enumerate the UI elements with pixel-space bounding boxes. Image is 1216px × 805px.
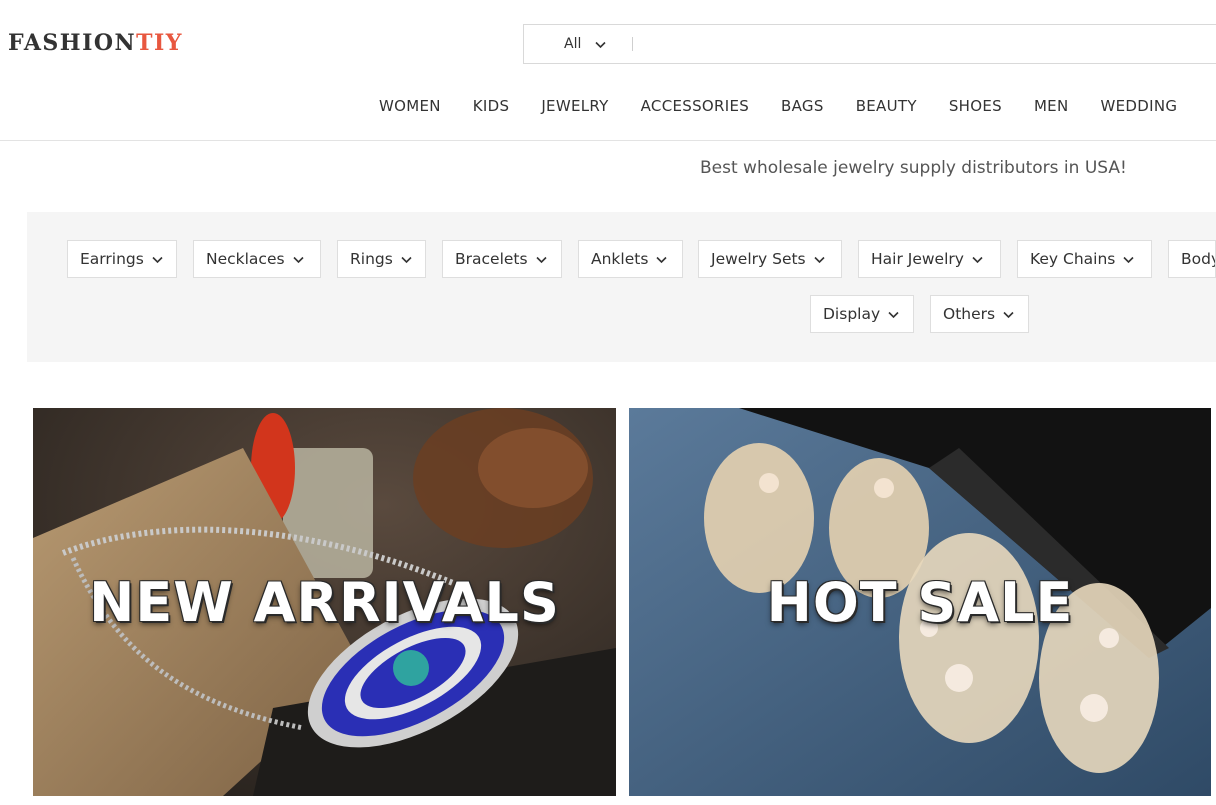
category-label: Display — [823, 305, 881, 323]
main-nav: WOMEN KIDS JEWELRY ACCESSORIES BAGS BEAU… — [379, 97, 1177, 115]
category-label: Anklets — [591, 250, 649, 268]
category-hair-jewelry[interactable]: Hair Jewelry — [858, 240, 1001, 278]
logo-text-main: FASHION — [8, 30, 137, 56]
category-body[interactable]: Body — [1168, 240, 1216, 278]
search-bar: All — [523, 24, 1216, 64]
nav-item-kids[interactable]: KIDS — [473, 97, 510, 115]
tagline: Best wholesale jewelry supply distributo… — [700, 158, 1127, 178]
chevron-down-icon — [535, 254, 547, 265]
category-label: Key Chains — [1030, 250, 1116, 268]
category-label: Body — [1181, 250, 1215, 268]
category-necklaces[interactable]: Necklaces — [193, 240, 321, 278]
search-divider — [632, 37, 634, 51]
category-label: Earrings — [80, 250, 144, 268]
category-rings[interactable]: Rings — [337, 240, 426, 278]
chevron-down-icon — [152, 254, 163, 265]
category-label: Hair Jewelry — [871, 250, 964, 268]
hot-sale-label: HOT SALE — [766, 570, 1074, 634]
search-scope-label: All — [564, 36, 582, 52]
category-others[interactable]: Others — [930, 295, 1029, 333]
site-logo[interactable]: FASHION TIY — [8, 30, 183, 56]
nav-divider — [0, 140, 1216, 141]
chevron-down-icon — [595, 39, 606, 50]
chevron-down-icon — [1123, 254, 1134, 265]
hot-sale-banner[interactable]: HOT SALE — [629, 408, 1211, 796]
category-jewelry-sets[interactable]: Jewelry Sets — [698, 240, 842, 278]
nav-item-women[interactable]: WOMEN — [379, 97, 441, 115]
chevron-down-icon — [972, 254, 983, 265]
chevron-down-icon — [656, 254, 667, 265]
new-arrivals-banner[interactable]: NEW ARRIVALS — [33, 408, 616, 796]
search-input[interactable] — [641, 28, 1216, 60]
category-display[interactable]: Display — [810, 295, 914, 333]
category-label: Jewelry Sets — [711, 250, 806, 268]
nav-item-jewelry[interactable]: JEWELRY — [541, 97, 608, 115]
category-label: Bracelets — [455, 250, 528, 268]
nav-item-wedding[interactable]: WEDDING — [1100, 97, 1177, 115]
new-arrivals-label: NEW ARRIVALS — [89, 570, 560, 634]
category-earrings[interactable]: Earrings — [67, 240, 177, 278]
chevron-down-icon — [888, 309, 899, 320]
category-anklets[interactable]: Anklets — [578, 240, 683, 278]
category-label: Rings — [350, 250, 393, 268]
category-bracelets[interactable]: Bracelets — [442, 240, 562, 278]
nav-item-shoes[interactable]: SHOES — [949, 97, 1002, 115]
category-panel: Earrings Necklaces Rings Bracelets Ankle… — [27, 212, 1216, 362]
category-label: Necklaces — [206, 250, 285, 268]
logo-text-accent: TIY — [136, 30, 184, 56]
chevron-down-icon — [1003, 309, 1014, 320]
search-scope-dropdown[interactable]: All — [564, 36, 606, 52]
category-label: Others — [943, 305, 996, 323]
category-key-chains[interactable]: Key Chains — [1017, 240, 1152, 278]
chevron-down-icon — [814, 254, 825, 265]
nav-item-men[interactable]: MEN — [1034, 97, 1069, 115]
chevron-down-icon — [401, 254, 412, 265]
nav-item-beauty[interactable]: BEAUTY — [856, 97, 917, 115]
nav-item-bags[interactable]: BAGS — [781, 97, 824, 115]
chevron-down-icon — [293, 254, 304, 265]
nav-item-accessories[interactable]: ACCESSORIES — [641, 97, 749, 115]
